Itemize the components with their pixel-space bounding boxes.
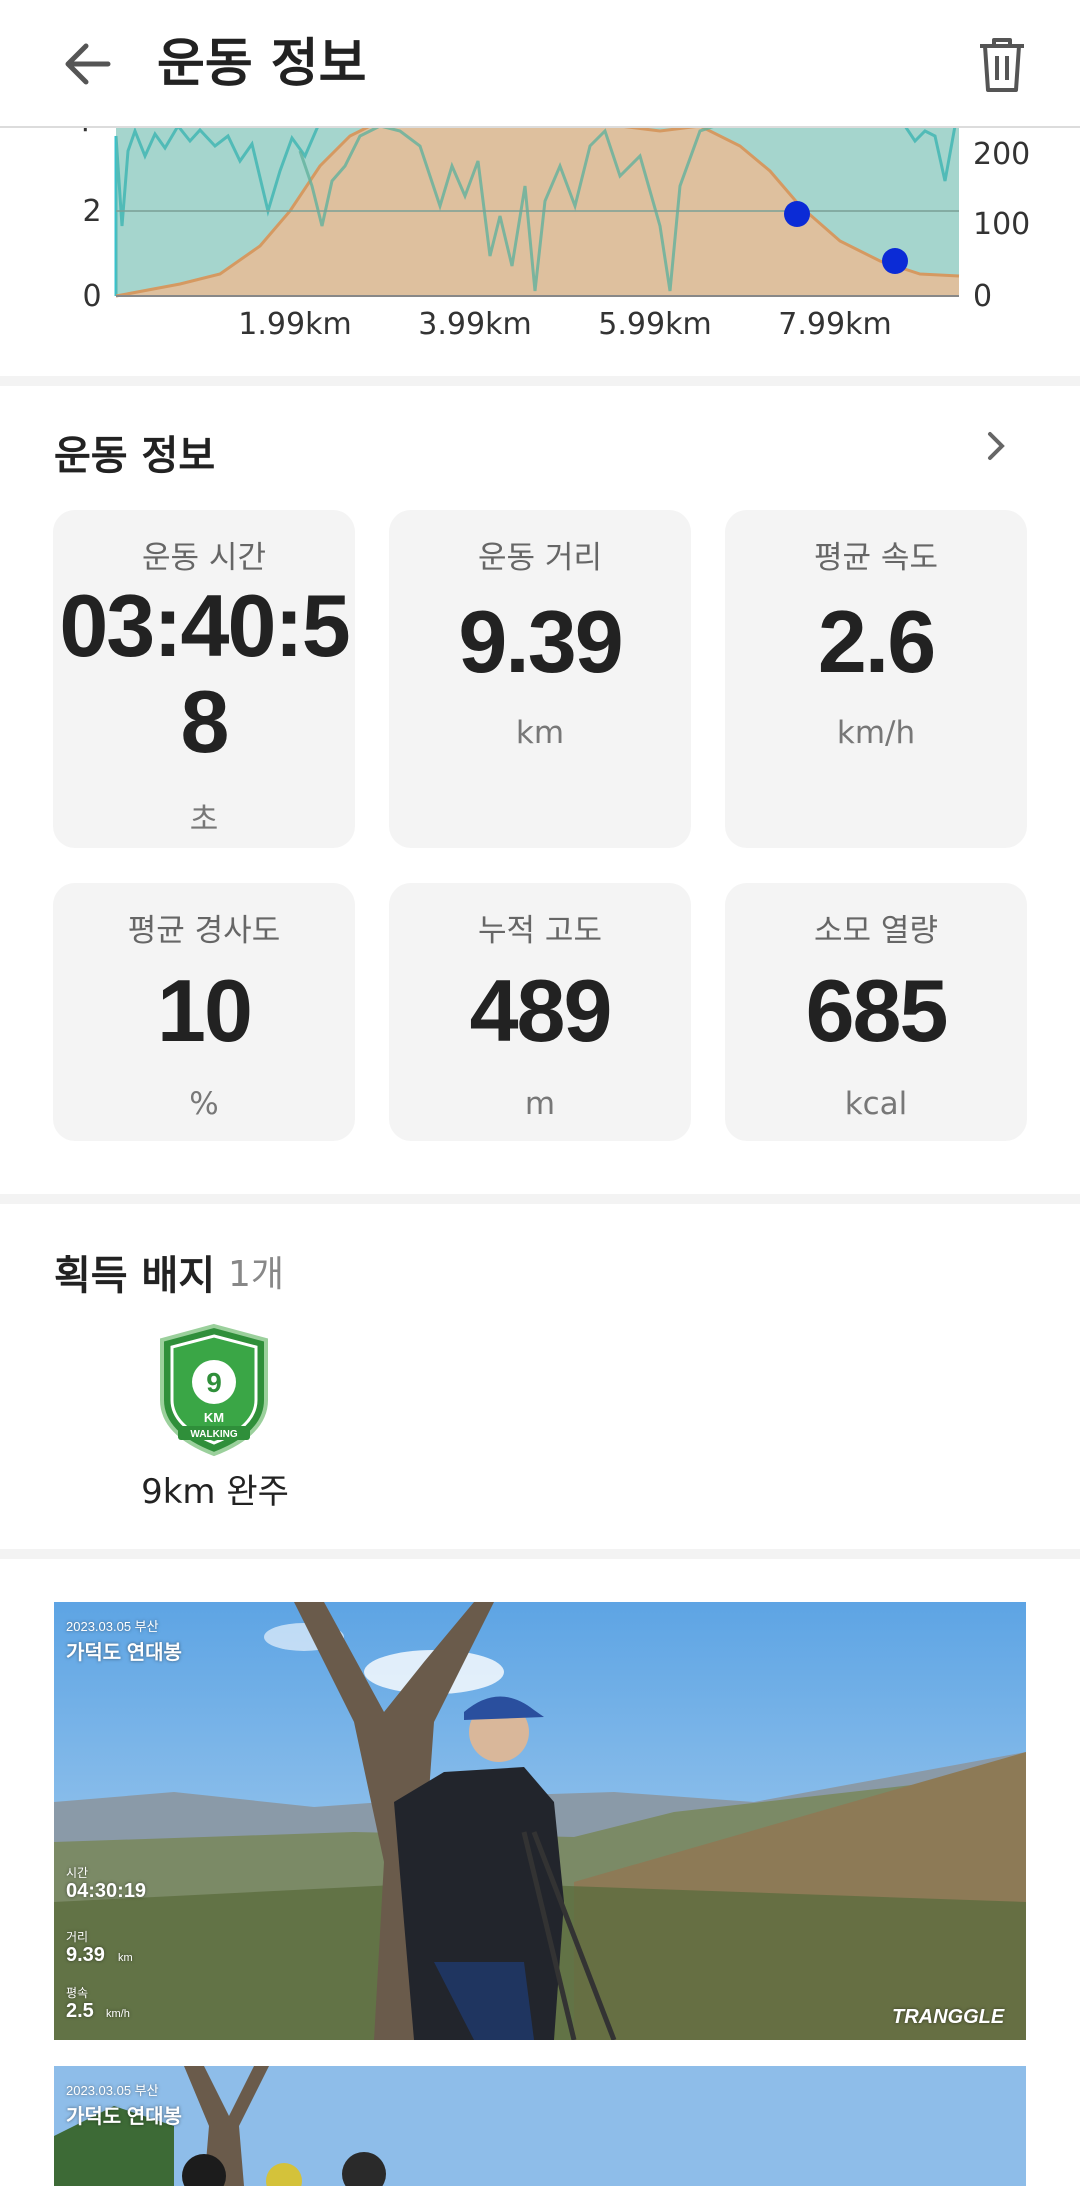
tranggle-logo: TRANGGLE	[892, 2006, 1005, 2028]
section-divider	[0, 376, 1080, 386]
stat-unit: 초	[189, 802, 219, 838]
y-right-tick: 0	[973, 279, 992, 314]
stat-value: 03:40:5	[59, 576, 350, 675]
stat-unit: kcal	[844, 1086, 908, 1122]
y-right-tick: 200	[973, 137, 1030, 172]
y-left-tick: 0	[82, 279, 101, 314]
trash-icon[interactable]	[972, 34, 1032, 94]
stat-unit: km/h	[836, 715, 916, 751]
stat-value: 8	[180, 672, 230, 771]
stat-value: 685	[805, 961, 949, 1060]
arrow-left-icon[interactable]	[58, 34, 118, 94]
photo-date: 2023.03.05 부산	[66, 2083, 159, 2098]
photo-place: 가덕도 연대봉	[66, 1642, 182, 1664]
activity-photo-card[interactable]: 2023.03.05 부산 가덕도 연대봉 시간 04:30:19 거리 9.3…	[54, 1602, 1026, 2040]
walking-9km-badge-icon[interactable]: 9 KM WALKING	[152, 1322, 276, 1458]
x-tick: 1.99km	[238, 307, 351, 342]
stat-card-avg-slope[interactable]: 평균 경사도 10 %	[53, 883, 355, 1141]
section-divider	[0, 1549, 1080, 1559]
svg-text:9: 9	[206, 1367, 222, 1398]
stat-unit: m	[524, 1086, 556, 1122]
app-bar: 운동 정보	[0, 0, 1080, 128]
page-title: 운동 정보	[157, 34, 367, 94]
photo-image	[54, 1602, 1026, 2040]
summary-title: 운동 정보	[54, 433, 216, 479]
marker-point-1	[784, 201, 810, 227]
photo-dist: 9.39	[66, 1944, 105, 1966]
stat-label: 평균 경사도	[127, 913, 281, 949]
photo-dist-unit: km	[118, 1952, 133, 1964]
photo-time: 04:30:19	[66, 1880, 147, 1902]
stat-value: 10	[157, 961, 253, 1060]
stat-label: 평균 속도	[814, 540, 938, 576]
photo-date: 2023.03.05 부산	[66, 1619, 159, 1634]
stat-label: 운동 시간	[142, 540, 266, 576]
badges-title: 획득 배지	[54, 1253, 216, 1299]
photo-image	[54, 2066, 1026, 2186]
x-tick: 5.99km	[598, 307, 711, 342]
stat-card-duration[interactable]: 운동 시간 03:40:5 8 초	[53, 510, 355, 848]
photo-dist-label: 거리	[66, 1930, 89, 1944]
stat-card-avg-speed[interactable]: 평균 속도 2.6 km/h	[725, 510, 1027, 848]
stat-card-calories[interactable]: 소모 열량 685 kcal	[725, 883, 1027, 1141]
y-right-tick: 100	[973, 207, 1030, 242]
elevation-speed-chart: 4 2 0 200 100 0 1.99km 3.99km 5.99km 7.9…	[72, 126, 1030, 342]
stat-label: 소모 열량	[814, 913, 938, 949]
x-tick: 3.99km	[418, 307, 531, 342]
section-divider	[0, 1194, 1080, 1204]
marker-point-2	[882, 248, 908, 274]
svg-text:WALKING: WALKING	[190, 1429, 237, 1440]
y-left-tick: 2	[82, 194, 101, 229]
photo-time-label: 시간	[66, 1866, 89, 1880]
stat-value: 489	[469, 961, 613, 1060]
photo-place: 가덕도 연대봉	[66, 2106, 182, 2128]
svg-text:KM: KM	[204, 1410, 224, 1425]
photo-speed-label: 평속	[66, 1986, 89, 2000]
photo-speed-unit: km/h	[106, 2008, 130, 2020]
stat-unit: km	[515, 715, 565, 751]
stat-card-distance[interactable]: 운동 거리 9.39 km	[389, 510, 691, 848]
stat-unit: %	[189, 1086, 219, 1122]
stat-label: 운동 거리	[478, 540, 602, 576]
photo-speed: 2.5	[66, 2000, 94, 2022]
badges-count: 1개	[228, 1254, 285, 1295]
badge-label: 9km 완주	[141, 1472, 289, 1512]
stat-value: 2.6	[817, 592, 936, 691]
activity-photo-card[interactable]: 2023.03.05 부산 가덕도 연대봉	[54, 2066, 1026, 2186]
stat-card-elevation-gain[interactable]: 누적 고도 489 m	[389, 883, 691, 1141]
x-tick: 7.99km	[778, 307, 891, 342]
chevron-right-icon[interactable]	[978, 428, 1014, 464]
stat-value: 9.39	[458, 592, 623, 691]
stat-label: 누적 고도	[478, 913, 602, 949]
